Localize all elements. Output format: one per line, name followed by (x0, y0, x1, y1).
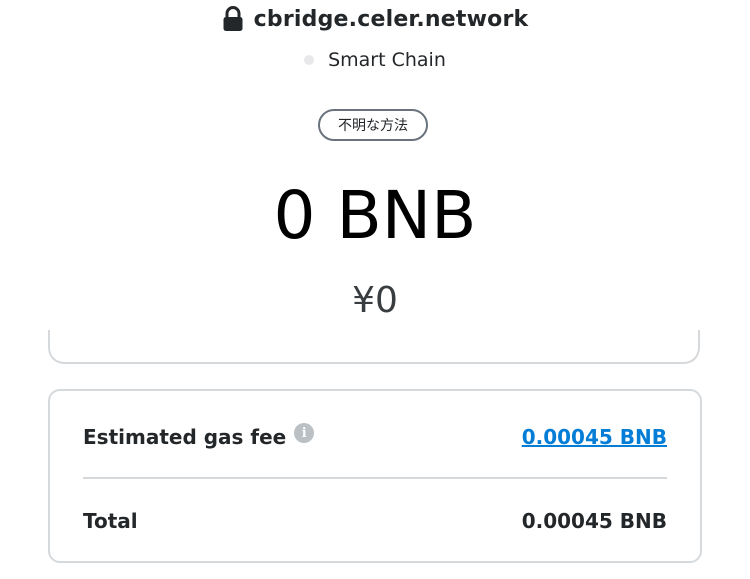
fee-summary-card: Estimated gas fee i 0.00045 BNB Total 0.… (48, 389, 702, 563)
origin-url: cbridge.celer.network (253, 6, 529, 32)
total-row: Total 0.00045 BNB (83, 503, 667, 539)
card-bottom-edge (48, 330, 700, 364)
gas-fee-row: Estimated gas fee i 0.00045 BNB (83, 419, 667, 455)
gas-fee-value-link[interactable]: 0.00045 BNB (522, 425, 667, 449)
total-value: 0.00045 BNB (521, 509, 667, 533)
total-label: Total (83, 509, 138, 533)
divider (83, 477, 667, 479)
transaction-amount: 0 BNB (273, 177, 477, 254)
lock-icon (222, 6, 244, 32)
network-indicator: Smart Chain (0, 49, 750, 71)
network-status-dot (304, 55, 315, 65)
network-label: Smart Chain (328, 49, 446, 71)
method-badge: 不明な方法 (318, 109, 428, 141)
info-icon[interactable]: i (294, 423, 315, 443)
gas-fee-label: Estimated gas fee (83, 425, 287, 449)
gas-fee-label-group: Estimated gas fee i (83, 423, 315, 449)
fiat-amount: ¥0 (352, 280, 398, 321)
origin-header: cbridge.celer.network (0, 6, 750, 32)
